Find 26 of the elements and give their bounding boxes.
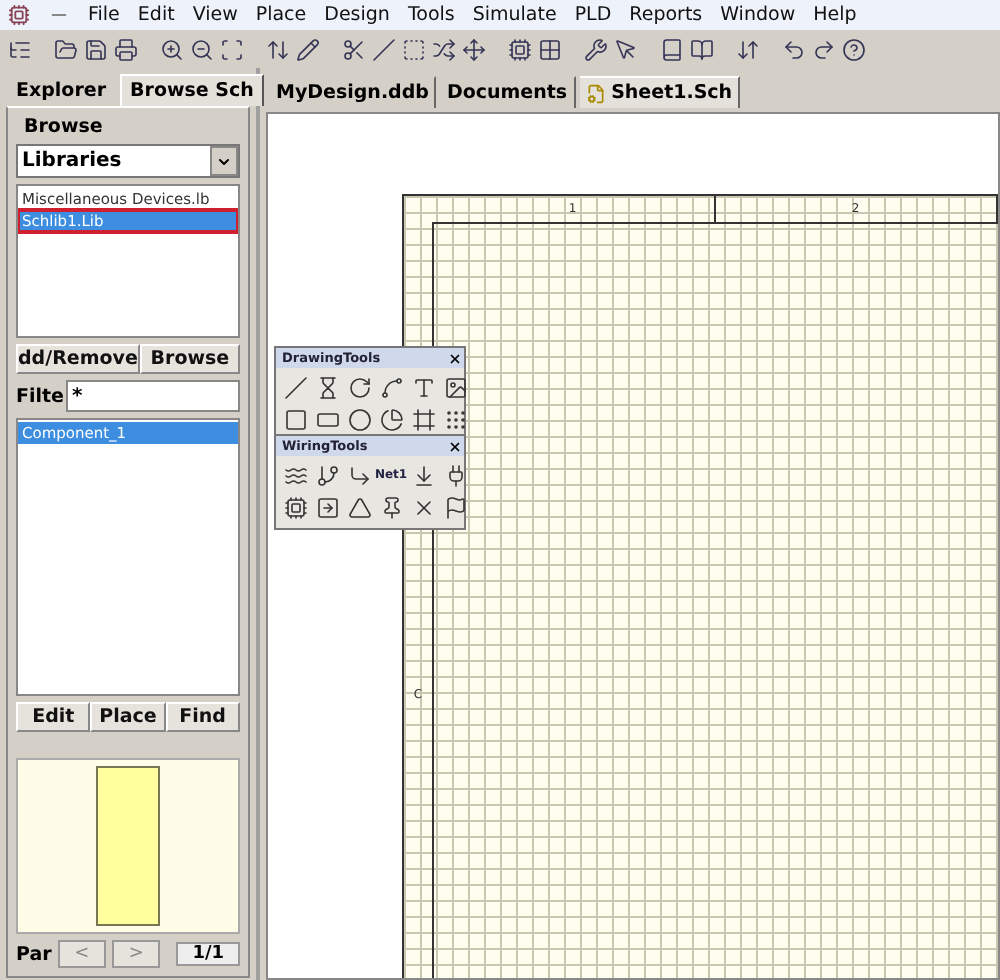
menu-item[interactable]: Place — [255, 4, 307, 26]
menu-item[interactable]: Simulate — [472, 4, 557, 26]
component-button[interactable]: Edit — [16, 702, 91, 732]
menu-item[interactable]: Reports — [629, 4, 703, 26]
menu-item[interactable]: Design — [324, 4, 390, 26]
document-tab[interactable]: Sheet1.Sch — [579, 76, 741, 108]
menu-item[interactable]: View — [192, 4, 238, 26]
group-title: Browse — [22, 116, 105, 138]
document-tab[interactable]: Documents — [440, 76, 576, 108]
filter-field[interactable]: * — [66, 380, 240, 412]
menu-item[interactable]: Help — [813, 4, 857, 26]
component-button[interactable]: Find — [165, 702, 240, 732]
library-select[interactable]: Libraries — [16, 144, 240, 178]
document-tab[interactable]: MyDesign.ddb — [270, 76, 437, 108]
component-button[interactable]: Place — [90, 702, 166, 732]
menu-item[interactable]: Window — [720, 4, 796, 26]
filter-label: Filte — [16, 385, 64, 407]
menu-item[interactable]: Edit — [137, 4, 175, 26]
part-count: 1/1 — [176, 942, 240, 966]
menu-item[interactable]: PLD — [574, 4, 612, 26]
library-button[interactable]: Browse — [139, 344, 240, 374]
menu-item[interactable]: Tools — [407, 4, 455, 26]
menu-item[interactable]: File — [88, 4, 120, 26]
library-button[interactable]: dd/Remove — [16, 344, 140, 374]
panel-tab[interactable]: Browse Sch — [120, 74, 264, 106]
part-label: Par — [16, 943, 52, 965]
